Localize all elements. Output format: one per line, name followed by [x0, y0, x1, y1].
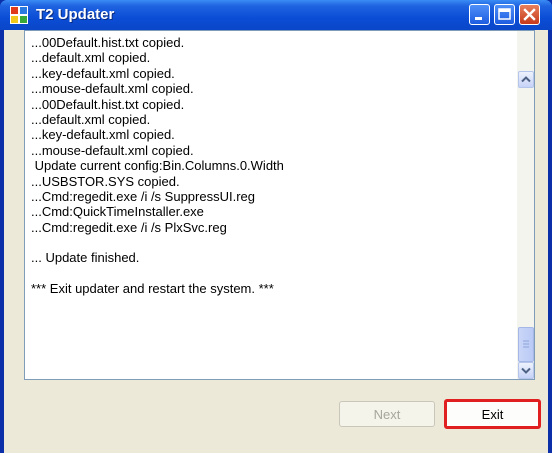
- log-line: ...default.xml copied.: [31, 50, 151, 66]
- minimize-button[interactable]: [469, 4, 490, 25]
- exit-button[interactable]: Exit: [444, 399, 541, 429]
- log-line: [31, 235, 517, 250]
- minimize-icon: [475, 17, 482, 20]
- window-title: T2 Updater: [36, 6, 115, 23]
- log-line: ... Update finished.: [31, 250, 140, 266]
- scroll-up-button[interactable]: [518, 71, 534, 88]
- log-line: ...Cmd:QuickTimeInstaller.exe: [31, 204, 204, 220]
- log-line: ...Cmd:regedit.exe /i /s PlxSvc.reg: [31, 219, 227, 235]
- grip-icon: [523, 340, 529, 348]
- log-scrollbar[interactable]: [517, 30, 535, 380]
- log-line: *** Exit updater and restart the system.…: [31, 281, 274, 297]
- chevron-up-icon: [521, 76, 531, 83]
- log-line: ...default.xml copied.: [31, 111, 151, 127]
- scroll-down-button[interactable]: [518, 362, 534, 379]
- log-line: ...Cmd:regedit.exe /i /s SuppressUI.reg: [31, 188, 255, 204]
- log-line: ...USBSTOR.SYS copied.: [31, 173, 180, 189]
- log-textbox[interactable]: ...00Default.hist.txt copied. ...default…: [24, 30, 517, 380]
- log-line: Update current config:Bin.Columns.0.Widt…: [31, 158, 284, 174]
- chevron-down-icon: [521, 367, 531, 374]
- log-line: [31, 266, 517, 281]
- app-icon: [10, 6, 28, 24]
- log-line: ...mouse-default.xml copied.: [31, 142, 194, 158]
- log-line: ...00Default.hist.txt copied.: [31, 35, 185, 50]
- scroll-thumb[interactable]: [518, 327, 534, 362]
- log-line: ...key-default.xml copied.: [31, 65, 175, 81]
- updater-window: T2 Updater ...00Default.hist.txt copied.…: [0, 0, 552, 453]
- maximize-icon: [498, 8, 511, 20]
- log-line: ...key-default.xml copied.: [31, 127, 175, 143]
- log-line: ...mouse-default.xml copied.: [31, 81, 194, 97]
- close-icon: [523, 8, 536, 21]
- log-lines: ...00Default.hist.txt copied. ...default…: [25, 31, 517, 297]
- maximize-button[interactable]: [494, 4, 515, 25]
- next-button[interactable]: Next: [339, 401, 435, 427]
- close-button[interactable]: [519, 4, 540, 25]
- log-line: ...00Default.hist.txt copied.: [31, 96, 185, 112]
- title-bar[interactable]: T2 Updater: [0, 0, 552, 30]
